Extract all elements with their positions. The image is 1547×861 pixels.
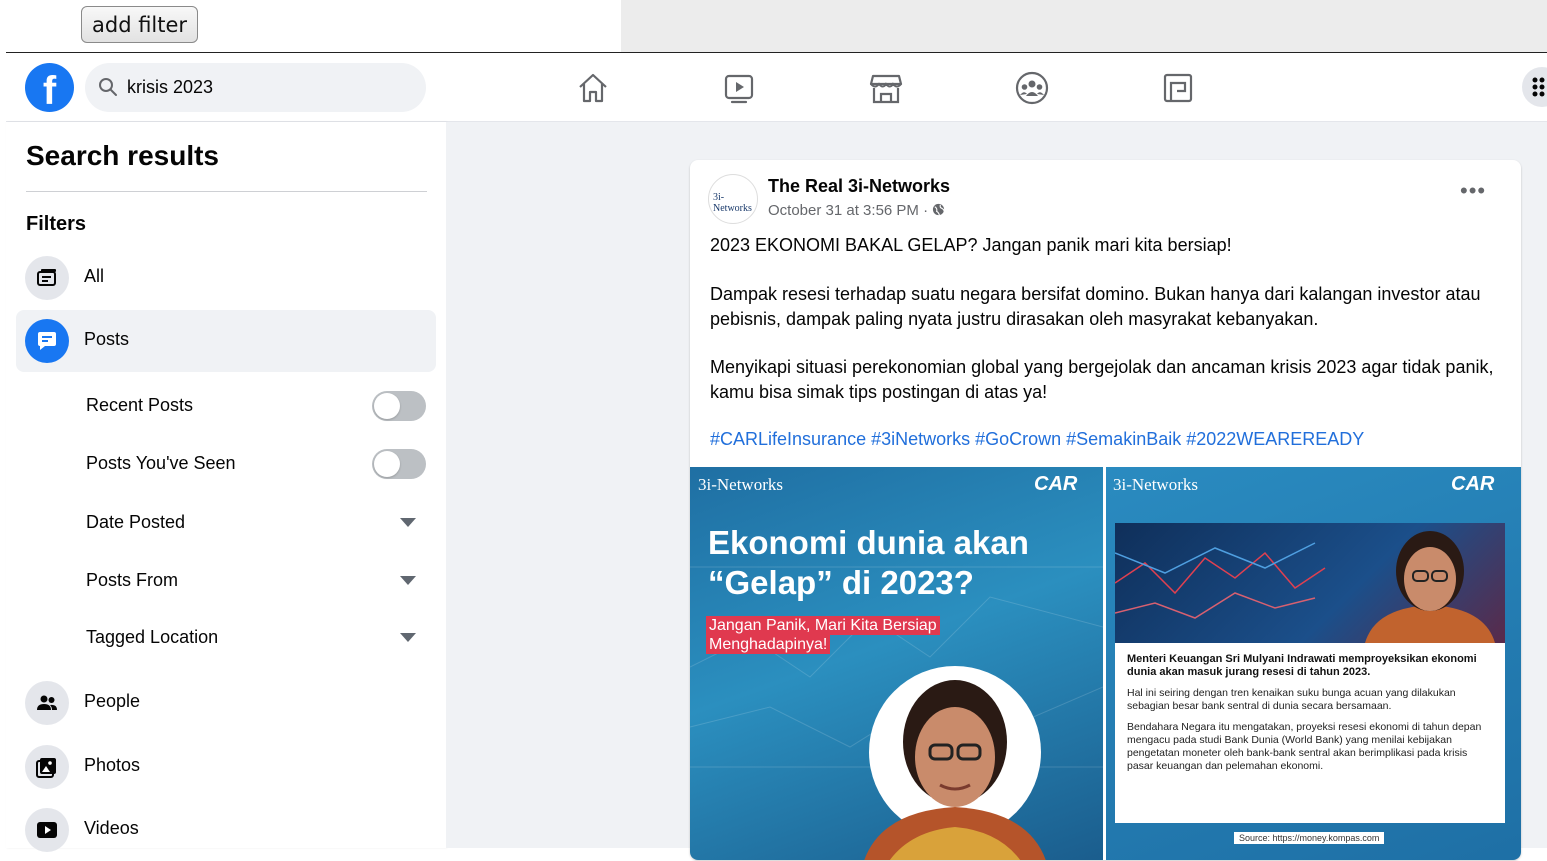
search-filters-sidebar: Search results Filters All Posts Recent … <box>6 122 446 852</box>
debug-toolbar: add filter <box>0 0 1547 53</box>
post-card: 3i-Networks The Real 3i-Networks October… <box>690 160 1521 860</box>
stock-chart-photo <box>1115 523 1505 643</box>
top-navbar: f <box>6 53 1547 122</box>
posts-icon <box>38 332 56 350</box>
recent-posts-filter: Recent Posts <box>86 385 426 425</box>
chevron-down-icon <box>400 518 416 527</box>
chevron-down-icon <box>400 633 416 642</box>
page-title: Search results <box>26 140 219 171</box>
tagged-location-label: Tagged Location <box>86 627 219 647</box>
image-headline-line: Ekonomi dunia akan <box>708 524 1029 561</box>
image-headline: Ekonomi dunia akan “Gelap” di 2023? <box>708 523 1088 603</box>
chevron-down-icon <box>400 576 416 585</box>
brand-3i-networks-logo: 3i-Networks <box>1113 475 1198 494</box>
marketplace-icon[interactable] <box>866 68 906 108</box>
people-icon <box>37 695 57 710</box>
sidebar-item-label: People <box>84 691 141 711</box>
tagged-location-dropdown[interactable]: Tagged Location <box>86 617 426 657</box>
videos-icon-circle <box>25 808 69 852</box>
date-posted-dropdown[interactable]: Date Posted <box>86 502 426 542</box>
search-box[interactable] <box>85 63 426 112</box>
image-article-heading: Menteri Keuangan Sri Mulyani Indrawati m… <box>1127 653 1477 678</box>
sidebar-item-photos[interactable]: Photos <box>16 736 436 798</box>
all-icon <box>37 269 56 286</box>
avatar-text: 3i-Networks <box>713 192 752 214</box>
posts-seen-toggle[interactable] <box>372 449 426 479</box>
image-source-caption: Source: https://money.kompas.com <box>1234 832 1385 844</box>
grid-menu-icon <box>1532 77 1545 97</box>
photos-icon-circle <box>25 745 69 789</box>
brand-car-logo: CAR <box>1451 473 1495 495</box>
sidebar-item-videos[interactable]: Videos <box>16 799 436 861</box>
globe-icon <box>933 203 945 216</box>
post-more-options-button[interactable]: ••• <box>1460 178 1486 204</box>
date-posted-label: Date Posted <box>86 512 186 532</box>
posts-icon-circle <box>25 319 69 363</box>
post-text-paragraph: Dampak resesi terhadap suatu negara bers… <box>710 284 1481 329</box>
photos-icon <box>36 758 56 778</box>
menu-button[interactable] <box>1522 67 1547 107</box>
sidebar-item-posts[interactable]: Posts <box>16 310 436 372</box>
person-photo-illustration <box>1365 531 1495 643</box>
image-headline-line: “Gelap” di 2023? <box>708 564 974 601</box>
sidebar-item-label: Photos <box>84 755 141 775</box>
avatar[interactable]: 3i-Networks <box>708 174 758 224</box>
sidebar-divider <box>26 191 427 192</box>
add-filter-button[interactable]: add filter <box>81 6 199 43</box>
image-article-paragraph: Hal ini seiring dengan tren kenaikan suk… <box>1127 687 1456 712</box>
image-article-text: Menteri Keuangan Sri Mulyani Indrawati m… <box>1115 643 1505 823</box>
person-photo-illustration <box>864 666 1046 860</box>
sidebar-item-label: All <box>84 266 105 286</box>
image-article-paragraph: Bendahara Negara itu mengatakan, proyeks… <box>1127 721 1482 772</box>
sidebar-item-label: Videos <box>84 818 139 838</box>
watch-video-icon[interactable] <box>719 68 759 108</box>
facebook-logo-icon[interactable]: f <box>25 63 74 112</box>
search-results-feed: 3i-Networks The Real 3i-Networks October… <box>446 122 1547 860</box>
search-input[interactable] <box>127 63 407 112</box>
post-text-paragraph: 2023 EKONOMI BAKAL GELAP? Jangan panik m… <box>710 235 1232 255</box>
post-image-right[interactable]: 3i-Networks CAR Menteri Keuangan Sri Mul… <box>1106 467 1521 860</box>
home-icon[interactable] <box>573 68 613 108</box>
all-icon-circle <box>25 256 69 300</box>
gaming-icon[interactable] <box>1158 68 1198 108</box>
groups-icon[interactable] <box>1012 68 1052 108</box>
search-icon <box>99 78 117 96</box>
toggle-knob <box>374 451 400 477</box>
debug-toolbar-gray-area <box>621 0 1547 52</box>
recent-posts-toggle[interactable] <box>372 391 426 421</box>
post-timestamp[interactable]: October 31 at 3:56 PM · <box>768 202 945 219</box>
image-subheadline-line: Jangan Panik, Mari Kita Bersiap <box>706 616 940 635</box>
posts-seen-label: Posts You've Seen <box>86 453 236 473</box>
posts-from-dropdown[interactable]: Posts From <box>86 560 426 600</box>
post-hashtags[interactable]: #CARLifeInsurance #3iNetworks #GoCrown #… <box>710 429 1364 450</box>
toggle-knob <box>374 393 400 419</box>
post-author-link[interactable]: The Real 3i-Networks <box>768 176 950 197</box>
sidebar-item-all[interactable]: All <box>16 247 436 309</box>
recent-posts-label: Recent Posts <box>86 395 194 415</box>
brand-car-logo: CAR <box>1034 473 1078 495</box>
posts-from-label: Posts From <box>86 570 179 590</box>
image-subheadline-line: Menghadapinya! <box>706 635 831 654</box>
videos-icon <box>37 822 57 838</box>
post-image-left[interactable]: 3i-Networks CAR Ekonomi dunia akan “Gela… <box>690 467 1103 860</box>
sidebar-item-label: Posts <box>84 329 130 349</box>
brand-3i-networks-logo: 3i-Networks <box>698 475 783 494</box>
post-date-text: October 31 at 3:56 PM · <box>768 202 933 219</box>
filters-heading: Filters <box>26 213 87 235</box>
posts-seen-filter: Posts You've Seen <box>86 443 426 483</box>
people-icon-circle <box>25 681 69 725</box>
sidebar-item-people[interactable]: People <box>16 672 436 734</box>
post-text-paragraph: Menyikapi situasi perekonomian global ya… <box>710 357 1494 402</box>
